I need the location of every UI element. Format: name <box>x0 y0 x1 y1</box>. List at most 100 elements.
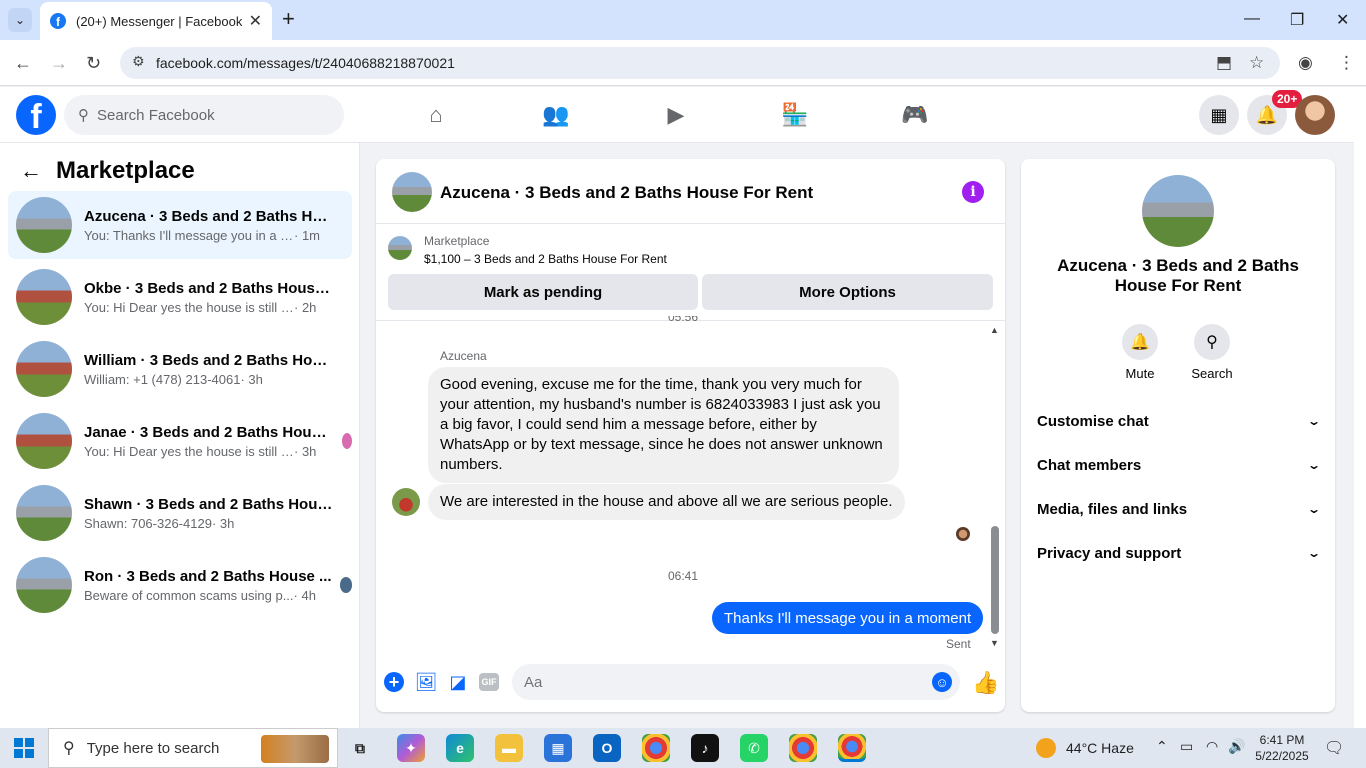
install-app-icon[interactable]: ⬒ <box>1216 53 1232 73</box>
copilot-icon[interactable]: ✦ <box>397 734 425 762</box>
system-clock[interactable]: 6:41 PM 5/22/2025 <box>1244 732 1320 764</box>
search-chat-button[interactable]: ⚲ Search <box>1182 324 1242 381</box>
media-files-links-row[interactable]: Media, files and links ⌄ <box>1037 497 1321 521</box>
details-house-avatar[interactable] <box>1142 175 1214 247</box>
forward-icon[interactable]: → <box>50 53 68 74</box>
house-avatar <box>16 269 72 325</box>
facebook-logo-icon[interactable]: f <box>16 95 56 135</box>
chrome-icon[interactable] <box>642 734 670 762</box>
house-avatar <box>16 413 72 469</box>
back-icon[interactable]: ← <box>14 53 32 74</box>
chat-members-row[interactable]: Chat members ⌄ <box>1037 453 1321 477</box>
conversation-item[interactable]: Janae · 3 Beds and 2 Baths House... You:… <box>8 407 352 475</box>
conversation-item[interactable]: Okbe · 3 Beds and 2 Baths House ... You:… <box>8 263 352 331</box>
timestamp: 06:41 <box>668 569 699 583</box>
more-actions-plus-icon[interactable]: + <box>384 672 404 692</box>
conversation-item[interactable]: William · 3 Beds and 2 Baths Hous... Wil… <box>8 335 352 403</box>
whatsapp-icon[interactable]: ✆ <box>740 734 768 762</box>
show-hidden-icons-icon[interactable]: ⌃ <box>1156 738 1168 755</box>
profile-icon[interactable]: ◉ <box>1298 53 1313 73</box>
chat-scrollbar-thumb[interactable] <box>991 526 999 634</box>
chrome-active-icon[interactable] <box>838 734 866 762</box>
chat-house-avatar[interactable] <box>392 172 432 212</box>
edge-icon[interactable]: e <box>446 734 474 762</box>
gif-icon[interactable]: GIF <box>479 673 499 691</box>
chrome-profile-icon[interactable] <box>789 734 817 762</box>
back-arrow-icon[interactable]: ← <box>20 158 42 184</box>
tab-title: (20+) Messenger | Facebook <box>76 13 243 29</box>
menu-grid-icon[interactable]: ▦ <box>1199 95 1239 135</box>
facebook-search-input[interactable]: ⚲ Search Facebook <box>64 95 344 135</box>
mute-label: Mute <box>1125 366 1155 381</box>
page-scrollbar[interactable] <box>1354 87 1366 728</box>
clock-date: 5/22/2025 <box>1255 749 1309 763</box>
marketplace-icon[interactable]: 🏪 <box>779 102 811 128</box>
more-options-button[interactable]: More Options <box>702 274 993 310</box>
incoming-message[interactable]: We are interested in the house and above… <box>428 484 905 520</box>
volume-icon[interactable]: 🔊 <box>1228 738 1245 755</box>
search-placeholder: Search Facebook <box>97 106 215 124</box>
bookmark-star-icon[interactable]: ☆ <box>1249 53 1264 73</box>
conversation-name: Azucena · 3 Beds and 2 Baths Hou... <box>84 207 334 225</box>
chevron-down-icon: ⌄ <box>1306 546 1322 560</box>
sticker-icon[interactable]: ◪ <box>448 672 468 692</box>
taskbar-search-box[interactable]: ⚲ Type here to search <box>48 728 338 768</box>
friends-icon[interactable]: 👥 <box>540 102 572 128</box>
emoji-icon[interactable]: ☺ <box>932 672 952 692</box>
clock-time: 6:41 PM <box>1259 733 1305 747</box>
conversation-item[interactable]: Azucena · 3 Beds and 2 Baths Hou... You:… <box>8 191 352 259</box>
restore-icon[interactable]: ❐ <box>1290 10 1304 30</box>
task-view-icon[interactable]: ⧉ <box>346 734 374 762</box>
new-tab-button[interactable]: + <box>282 8 295 30</box>
search-icon: ⚲ <box>78 107 89 124</box>
divider <box>376 223 1005 224</box>
store-icon[interactable]: ▦ <box>544 734 572 762</box>
mute-button[interactable]: 🔔 Mute <box>1110 324 1170 381</box>
row-label: Privacy and support <box>1037 544 1182 562</box>
chat-title[interactable]: Azucena · 3 Beds and 2 Baths House For R… <box>440 183 813 203</box>
tab-search-button[interactable]: ⌄ <box>8 8 32 32</box>
scroll-up-arrow-icon[interactable]: ▲ <box>990 325 999 335</box>
conversation-item[interactable]: Ron · 3 Beds and 2 Baths House ... Bewar… <box>8 551 352 619</box>
site-settings-icon[interactable]: ⚙ <box>132 53 145 70</box>
seen-indicator-avatar <box>956 527 970 541</box>
browser-tab[interactable]: f (20+) Messenger | Facebook ✕ <box>40 2 272 40</box>
reload-icon[interactable]: ↻ <box>86 53 101 74</box>
close-tab-icon[interactable]: ✕ <box>249 11 262 31</box>
attach-image-icon[interactable]: 🖼 <box>415 672 438 692</box>
listing-title[interactable]: $1,100 – 3 Beds and 2 Baths House For Re… <box>424 252 667 266</box>
incoming-message[interactable]: Good evening, excuse me for the time, th… <box>428 367 899 483</box>
browser-menu-icon[interactable]: ⋮ <box>1338 53 1355 73</box>
file-explorer-icon[interactable]: ▬ <box>495 734 523 762</box>
tiktok-icon[interactable]: ♪ <box>691 734 719 762</box>
video-icon[interactable]: ▶ <box>660 102 692 128</box>
outgoing-message[interactable]: Thanks I'll message you in a moment <box>712 602 984 634</box>
wifi-icon[interactable]: ◠ <box>1206 738 1218 755</box>
account-avatar[interactable] <box>1295 95 1335 135</box>
sidebar-title: Marketplace <box>56 157 195 184</box>
search-icon: ⚲ <box>1194 324 1230 360</box>
battery-icon[interactable]: ▭ <box>1180 738 1193 755</box>
customise-chat-row[interactable]: Customise chat ⌄ <box>1037 409 1321 433</box>
sender-avatar[interactable] <box>392 488 420 516</box>
weather-widget[interactable]: 44°C Haze <box>1036 738 1134 758</box>
message-input[interactable] <box>512 664 960 700</box>
notification-center-icon[interactable]: 🗨 <box>1324 738 1344 758</box>
home-icon[interactable]: ⌂ <box>420 102 452 128</box>
mark-pending-button[interactable]: Mark as pending <box>388 274 698 310</box>
like-thumb-icon[interactable]: 👍 <box>972 670 999 696</box>
minimize-icon[interactable]: — <box>1244 10 1260 28</box>
url-field[interactable]: facebook.com/messages/t/2404068821887002… <box>120 47 1280 79</box>
conversation-preview: You: Thanks I'll message you in a mo... <box>84 227 294 243</box>
close-window-icon[interactable]: ✕ <box>1336 10 1349 30</box>
conversation-item[interactable]: Shawn · 3 Beds and 2 Baths House... Shaw… <box>8 479 352 547</box>
conversation-preview: Shawn: 706-326-4129 <box>84 515 212 531</box>
scroll-down-arrow-icon[interactable]: ▼ <box>990 638 999 648</box>
row-label: Chat members <box>1037 456 1142 474</box>
info-icon[interactable]: i <box>962 181 984 203</box>
gaming-icon[interactable]: 🎮 <box>899 102 931 128</box>
privacy-support-row[interactable]: Privacy and support ⌄ <box>1037 541 1322 565</box>
windows-start-icon[interactable] <box>14 738 34 758</box>
outlook-icon[interactable]: O <box>593 734 621 762</box>
listing-thumbnail <box>388 236 412 260</box>
